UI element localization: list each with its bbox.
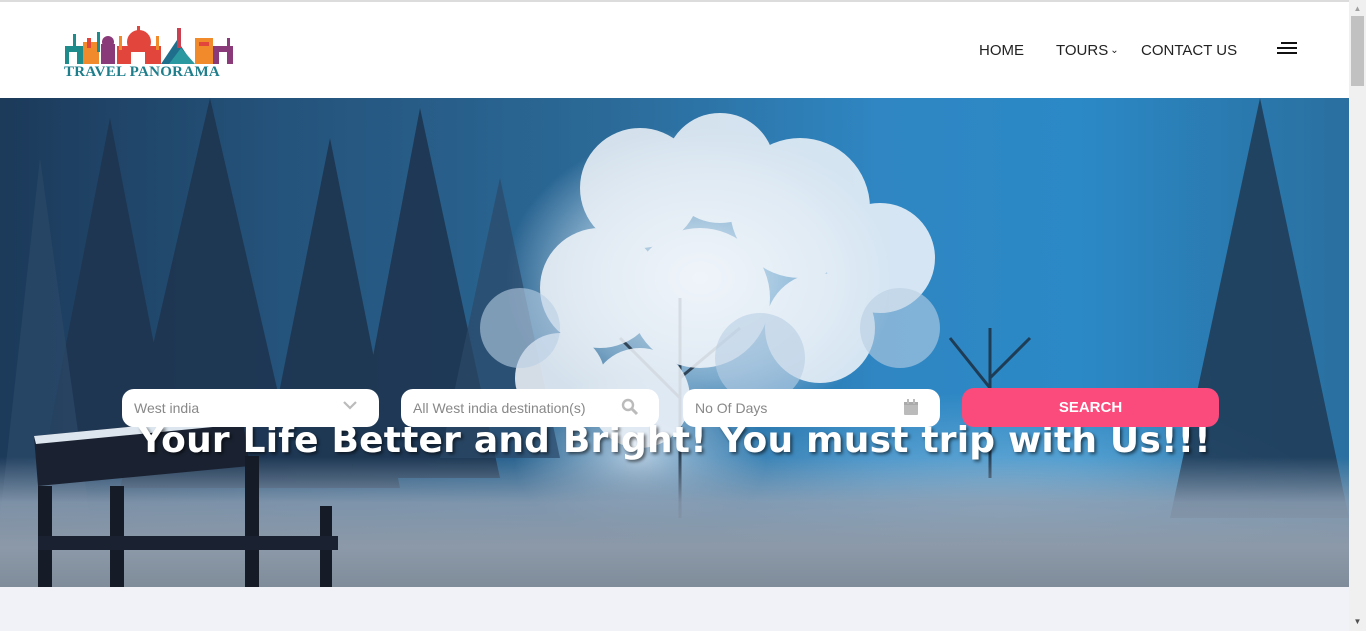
scroll-up-arrow-icon[interactable]: ▲ xyxy=(1349,4,1366,16)
search-button[interactable]: SEARCH xyxy=(962,388,1219,427)
scroll-thumb[interactable] xyxy=(1351,16,1364,86)
chevron-down-icon xyxy=(342,397,358,418)
region-select-value: West india xyxy=(134,400,200,416)
page: TRAVEL PANORAMA HOME TOURS⌄ CONTACT US xyxy=(0,0,1349,631)
nav-tours[interactable]: TOURS ⌄ xyxy=(1056,42,1119,59)
nav-contact-us[interactable]: CONTACT US xyxy=(1141,42,1237,59)
days-input[interactable]: No Of Days xyxy=(683,389,940,427)
hero-banner: Your Life Better and Bright! You must tr… xyxy=(0,98,1349,587)
nav-home[interactable]: HOME xyxy=(979,42,1024,59)
calendar-icon xyxy=(903,398,919,421)
destination-input[interactable]: All West india destination(s) xyxy=(401,389,659,427)
destination-placeholder: All West india destination(s) xyxy=(413,400,586,416)
days-placeholder: No Of Days xyxy=(695,400,768,416)
scroll-down-arrow-icon[interactable]: ▼ xyxy=(1349,617,1366,629)
chevron-down-icon: ⌄ xyxy=(1110,45,1119,56)
search-icon xyxy=(621,398,639,421)
region-select[interactable]: West india xyxy=(122,389,379,427)
nav-tours-label: TOURS xyxy=(1056,42,1109,59)
site-header: TRAVEL PANORAMA HOME TOURS ⌄ CONTACT US xyxy=(0,2,1349,98)
logo-text: TRAVEL PANORAMA xyxy=(64,64,221,80)
main-nav: HOME TOURS ⌄ CONTACT US xyxy=(0,42,1349,62)
vertical-scrollbar[interactable]: ▲ ▼ xyxy=(1349,0,1366,631)
hamburger-icon[interactable] xyxy=(1277,42,1297,56)
